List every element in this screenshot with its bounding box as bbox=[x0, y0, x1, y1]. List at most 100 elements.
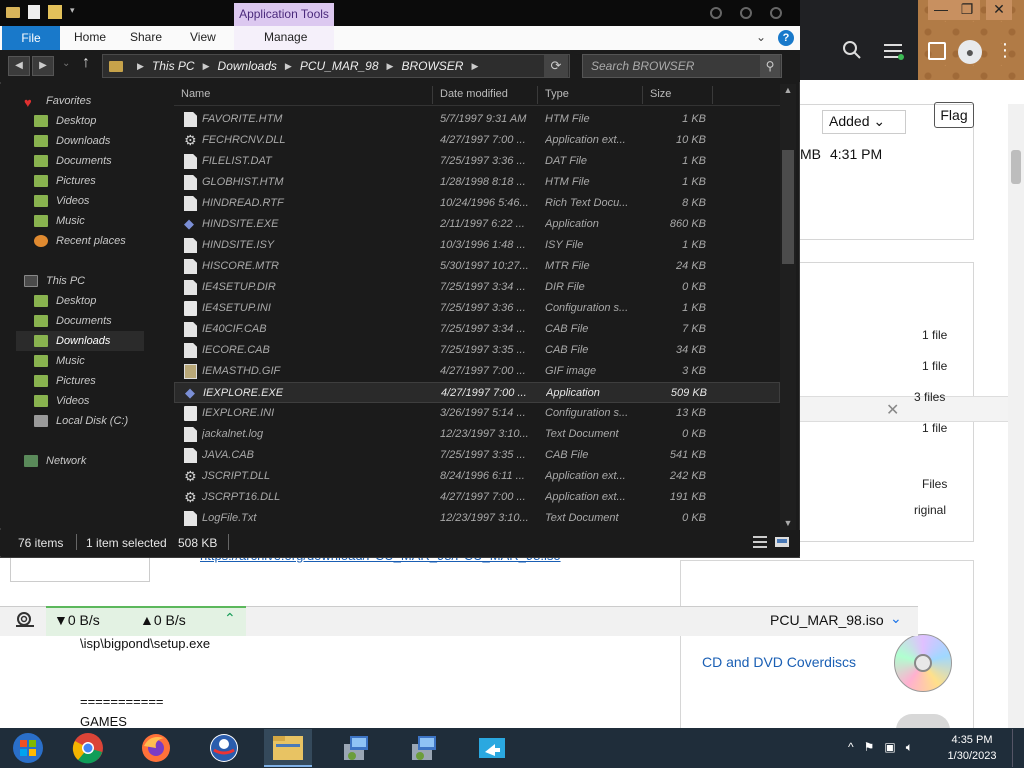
nav-documents[interactable]: Documents bbox=[34, 151, 164, 171]
tab-home[interactable]: Home bbox=[74, 30, 106, 44]
taskbar-installer-2[interactable] bbox=[400, 729, 448, 767]
clock[interactable]: 4:35 PM 1/30/2023 bbox=[940, 732, 1004, 764]
taskbar-installer-1[interactable] bbox=[332, 729, 380, 767]
chevron-right-icon[interactable]: ▶ bbox=[471, 61, 478, 72]
address-bar[interactable]: ▶ This PC ▶ Downloads ▶ PCU_MAR_98 ▶ BRO… bbox=[102, 54, 570, 78]
coverdiscs-link[interactable]: CD and DVD Coverdiscs bbox=[702, 654, 856, 670]
chevron-up-icon[interactable]: ⌃ bbox=[224, 610, 236, 627]
nav-this-pc[interactable]: This PC bbox=[24, 271, 164, 291]
tab-view[interactable]: View bbox=[190, 30, 216, 44]
show-desktop-button[interactable] bbox=[1012, 729, 1024, 767]
file-row[interactable]: ⚙ FECHRCNV.DLL 4/27/1997 7:00 ... Applicati… bbox=[174, 130, 780, 151]
column-divider[interactable] bbox=[642, 86, 643, 104]
network-icon[interactable]: ▣ bbox=[884, 740, 895, 755]
customize-dropdown-icon[interactable]: ▾ bbox=[70, 5, 75, 19]
column-divider[interactable] bbox=[712, 86, 713, 104]
file-row[interactable]: FAVORITE.HTM 5/7/1997 9:31 AM HTM File 1 KB bbox=[174, 109, 780, 130]
nav-pc-downloads[interactable]: Downloads bbox=[16, 331, 144, 351]
tab-file[interactable]: File bbox=[2, 26, 60, 50]
file-row[interactable]: IECORE.CAB 7/25/1997 3:35 ... CAB File 34 K… bbox=[174, 340, 780, 361]
menu-lines-icon[interactable] bbox=[884, 42, 906, 62]
profile-avatar-icon[interactable]: ● bbox=[958, 40, 982, 64]
help-icon[interactable]: ? bbox=[778, 30, 794, 46]
refresh-icon[interactable]: ⟳ bbox=[544, 55, 568, 77]
scroll-up-arrow-icon[interactable]: ▲ bbox=[782, 84, 794, 96]
file-row[interactable]: JAVA.CAB 7/25/1997 3:35 ... CAB File 541 KB bbox=[174, 445, 780, 466]
page-scrollbar[interactable] bbox=[1008, 104, 1024, 730]
taskbar-file-explorer[interactable] bbox=[264, 729, 312, 767]
file-row[interactable]: GLOBHIST.HTM 1/28/1998 8:18 ... HTM File 1 … bbox=[174, 172, 780, 193]
nav-downloads[interactable]: Downloads bbox=[34, 131, 164, 151]
minimize-button[interactable] bbox=[710, 7, 722, 19]
tab-share[interactable]: Share bbox=[130, 30, 162, 44]
close-icon[interactable]: ✕ bbox=[886, 400, 899, 420]
nav-videos[interactable]: Videos bbox=[34, 191, 164, 211]
chevron-right-icon[interactable]: ▶ bbox=[387, 61, 394, 72]
file-row[interactable]: jackalnet.log 12/23/1997 3:10... Text Docu… bbox=[174, 424, 780, 445]
forward-button[interactable]: ▶ bbox=[32, 56, 54, 76]
nav-recent-places[interactable]: Recent places bbox=[34, 231, 164, 251]
back-button[interactable]: ◀ bbox=[8, 56, 30, 76]
chevron-up-icon[interactable]: ^ bbox=[848, 740, 854, 755]
restore-icon[interactable]: ❐ bbox=[954, 0, 980, 20]
breadcrumb-browser[interactable]: BROWSER bbox=[401, 59, 463, 73]
added-column-header[interactable]: Added ⌄ bbox=[822, 110, 906, 134]
file-row[interactable]: ⚙ JSCRIPT.DLL 8/24/1996 6:11 ... Applicatio… bbox=[174, 466, 780, 487]
search-input[interactable]: Search BROWSER bbox=[582, 54, 782, 78]
flag-button[interactable]: Flag bbox=[934, 102, 974, 128]
chevron-right-icon[interactable]: ▶ bbox=[285, 61, 292, 72]
flag-icon[interactable]: ⚑ bbox=[864, 740, 875, 755]
extension-icon[interactable] bbox=[928, 42, 946, 60]
close-icon[interactable]: ✕ bbox=[986, 0, 1012, 20]
scrollbar-thumb[interactable] bbox=[782, 150, 794, 264]
taskbar-chrome[interactable] bbox=[64, 729, 112, 767]
taskbar-share-app[interactable] bbox=[468, 729, 516, 767]
column-date-modified[interactable]: Date modified bbox=[440, 88, 508, 100]
nav-network[interactable]: Network bbox=[24, 451, 164, 471]
taskbar-browser[interactable] bbox=[200, 729, 248, 767]
file-row[interactable]: IE40CIF.CAB 7/25/1997 3:34 ... CAB File 7 K… bbox=[174, 319, 780, 340]
file-row[interactable]: ◆ HINDSITE.EXE 2/11/1997 6:22 ... Applicati… bbox=[174, 214, 780, 235]
column-name[interactable]: Name bbox=[181, 88, 210, 100]
more-options-icon[interactable]: ⋮ bbox=[996, 40, 1014, 61]
minimize-icon[interactable]: — bbox=[928, 0, 954, 20]
file-row[interactable]: FILELIST.DAT 7/25/1997 3:36 ... DAT File 1 … bbox=[174, 151, 780, 172]
nav-pictures[interactable]: Pictures bbox=[34, 171, 164, 191]
scroll-down-arrow-icon[interactable]: ▼ bbox=[782, 517, 794, 529]
nav-pc-videos[interactable]: Videos bbox=[34, 391, 164, 411]
file-row[interactable]: IEXPLORE.INI 3/26/1997 5:14 ... Configurat… bbox=[174, 403, 780, 424]
nav-local-disk[interactable]: Local Disk (C:) bbox=[34, 411, 164, 431]
up-arrow-icon[interactable]: ↑ bbox=[82, 54, 90, 72]
search-icon[interactable] bbox=[842, 40, 864, 62]
close-button[interactable] bbox=[770, 7, 782, 19]
start-button[interactable] bbox=[4, 729, 52, 767]
nav-favorites[interactable]: ♥ Favorites bbox=[24, 91, 164, 111]
column-divider[interactable] bbox=[432, 86, 433, 104]
file-row[interactable]: LogFile.Txt 12/23/1997 3:10... Text Docume… bbox=[174, 508, 780, 529]
file-row[interactable]: HINDREAD.RTF 10/24/1996 5:46... Rich Text … bbox=[174, 193, 780, 214]
details-view-icon[interactable] bbox=[752, 534, 768, 550]
chevron-down-icon[interactable]: ⌄ bbox=[890, 610, 902, 627]
nav-pc-documents[interactable]: Documents bbox=[34, 311, 164, 331]
properties-icon[interactable] bbox=[28, 5, 40, 19]
file-row[interactable]: HINDSITE.ISY 10/3/1996 1:48 ... ISY File 1 … bbox=[174, 235, 780, 256]
nav-music[interactable]: Music bbox=[34, 211, 164, 231]
file-row[interactable]: HISCORE.MTR 5/30/1997 10:27... MTR File 24 … bbox=[174, 256, 780, 277]
new-folder-icon[interactable] bbox=[48, 5, 62, 19]
breadcrumb-this-pc[interactable]: This PC bbox=[152, 59, 195, 73]
file-row[interactable]: ⚙ JSCRPT16.DLL 4/27/1997 7:00 ... Applicati… bbox=[174, 487, 780, 508]
nav-desktop[interactable]: Desktop bbox=[34, 111, 164, 131]
file-row[interactable]: IE4SETUP.INI 7/25/1997 3:36 ... Configurat… bbox=[174, 298, 780, 319]
chevron-right-icon[interactable]: ▶ bbox=[203, 61, 210, 72]
taskbar-firefox[interactable] bbox=[132, 729, 180, 767]
expand-ribbon-icon[interactable]: ⌄ bbox=[756, 30, 766, 44]
large-icons-view-icon[interactable] bbox=[774, 534, 790, 550]
file-row[interactable]: IE4SETUP.DIR 7/25/1997 3:34 ... DIR File 0 … bbox=[174, 277, 780, 298]
column-size[interactable]: Size bbox=[650, 88, 671, 100]
volume-icon[interactable]: 🔈︎ bbox=[906, 740, 913, 755]
nav-pc-music[interactable]: Music bbox=[34, 351, 164, 371]
recent-locations-icon[interactable]: ⌄ bbox=[62, 58, 70, 69]
breadcrumb-pcu-mar-98[interactable]: PCU_MAR_98 bbox=[300, 59, 379, 73]
file-row[interactable]: IEMASTHD.GIF 4/27/1997 7:00 ... GIF image 3… bbox=[174, 361, 780, 382]
search-icon[interactable]: ⚲ bbox=[760, 55, 780, 77]
